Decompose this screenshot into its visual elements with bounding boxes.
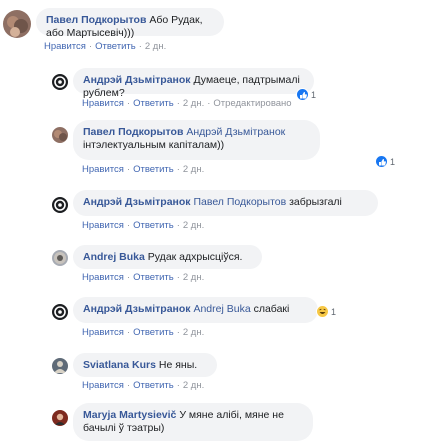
comment-actions: Нравится · Ответить · 2 дн.: [82, 220, 205, 231]
avatar-photo-icon: [54, 130, 67, 141]
comment-bubble: Sviatlana Kurs Не яны.: [73, 353, 217, 377]
reaction-count: 1: [390, 156, 396, 167]
comment-author[interactable]: Sviatlana Kurs: [83, 359, 156, 371]
mention-link[interactable]: Andrej Buka: [193, 303, 250, 315]
comment-bubble: Павел Подкорытов Андрэй Дзьмітранок інтэ…: [73, 120, 320, 160]
comment-actions: Нравится · Ответить · 2 дн.: [82, 327, 205, 338]
avatar-logo-icon: [54, 76, 66, 88]
comment-actions: Нравится · Ответить · 2 дн.: [44, 41, 167, 52]
avatar-photo-icon: [55, 413, 65, 425]
comment-author[interactable]: Андрэй Дзьмітранок: [83, 196, 191, 208]
avatar[interactable]: [52, 304, 68, 320]
avatar-logo-icon: [54, 306, 66, 318]
comment-author[interactable]: Павел Подкорытов: [83, 126, 183, 138]
avatar[interactable]: [52, 127, 68, 143]
like-link[interactable]: Нравится: [82, 380, 124, 391]
comment-author[interactable]: Павел Подкорытов: [46, 14, 146, 26]
comment-actions: Нравится · Ответить · 2 дн. · Отредактировано: [82, 98, 292, 109]
reaction-badge[interactable]: 1: [375, 155, 395, 168]
like-icon: [296, 88, 309, 101]
reply-link[interactable]: Ответить: [133, 272, 174, 283]
avatar-logo-icon: [54, 199, 66, 211]
comment-reply: Андрэй Дзьмітранок Думаеце, падтрымалі р…: [0, 60, 425, 115]
avatar-photo-icon: [54, 361, 66, 373]
timestamp[interactable]: 2 дн.: [183, 380, 204, 391]
timestamp[interactable]: 2 дн.: [183, 98, 204, 109]
comment-text: забрызгалі: [289, 196, 342, 208]
avatar[interactable]: [52, 250, 68, 266]
like-link[interactable]: Нравится: [82, 98, 124, 109]
reply-link[interactable]: Ответить: [133, 327, 174, 338]
avatar[interactable]: [52, 74, 68, 90]
comment-reply: Андрэй Дзьмітранок Павел Подкорытов забр…: [0, 185, 425, 240]
haha-icon: [316, 305, 329, 318]
comment-reply: Maryja Martysievič У мяне алібі, мяне не…: [0, 399, 425, 441]
like-link[interactable]: Нравится: [44, 41, 86, 52]
comment-actions: Нравится · Ответить · 2 дн.: [82, 380, 205, 391]
like-icon: [375, 155, 388, 168]
timestamp[interactable]: 2 дн.: [145, 41, 166, 52]
comment-actions: Нравится · Ответить · 2 дн.: [82, 272, 205, 283]
comment: Павел Подкорытов Або Рудак, або Мартысев…: [0, 0, 425, 60]
timestamp[interactable]: 2 дн.: [183, 220, 204, 231]
reaction-count: 1: [311, 89, 317, 100]
edited-label[interactable]: Отредактировано: [213, 98, 291, 109]
comment-author[interactable]: Maryja Martysievič: [83, 409, 176, 421]
timestamp[interactable]: 2 дн.: [183, 272, 204, 283]
reply-link[interactable]: Ответить: [133, 380, 174, 391]
timestamp[interactable]: 2 дн.: [183, 164, 204, 175]
mention-link[interactable]: Павел Подкорытов: [193, 196, 286, 208]
comment-bubble: Андрэй Дзьмітранок Думаеце, падтрымалі р…: [73, 68, 314, 99]
like-link[interactable]: Нравится: [82, 327, 124, 338]
reaction-badge[interactable]: 1: [296, 88, 316, 101]
timestamp[interactable]: 2 дн.: [183, 327, 204, 338]
comment-reply: Андрэй Дзьмітранок Andrej Buka слабакі 1…: [0, 292, 425, 347]
comment-text: Рудак адхрысціўся.: [147, 251, 243, 263]
avatar-photo-icon: [54, 252, 66, 264]
reply-link[interactable]: Ответить: [133, 164, 174, 175]
reaction-count: 1: [331, 306, 337, 317]
comment-author[interactable]: Andrej Buka: [83, 251, 145, 263]
comment-actions: Нравится · Ответить · 2 дн.: [82, 164, 205, 175]
like-link[interactable]: Нравится: [82, 220, 124, 231]
comment-reply: Павел Подкорытов Андрэй Дзьмітранок інтэ…: [0, 115, 425, 185]
comment-bubble: Андрэй Дзьмітранок Andrej Buka слабакі: [73, 297, 318, 323]
comment-bubble: Andrej Buka Рудак адхрысціўся.: [73, 245, 262, 269]
comment-text: Не яны.: [158, 359, 198, 371]
avatar[interactable]: [52, 410, 68, 426]
reply-link[interactable]: Ответить: [133, 98, 174, 109]
reaction-badge[interactable]: 1: [316, 305, 336, 318]
comment-text: інтэлектуальным капіталам)): [83, 139, 225, 151]
comment-bubble: Павел Подкорытов Або Рудак, або Мартысев…: [36, 8, 224, 39]
comment-reply: Sviatlana Kurs Не яны. Нравится · Ответить…: [0, 347, 425, 399]
avatar-photo-icon: [7, 16, 28, 37]
avatar[interactable]: [52, 358, 68, 374]
avatar[interactable]: [3, 10, 31, 38]
avatar[interactable]: [52, 197, 68, 213]
reply-link[interactable]: Ответить: [133, 220, 174, 231]
comment-bubble: Maryja Martysievič У мяне алібі, мяне не…: [73, 403, 313, 441]
comment-text: слабакі: [253, 303, 290, 315]
mention-link[interactable]: Андрэй Дзьмітранок: [186, 126, 285, 138]
comment-author[interactable]: Андрэй Дзьмітранок: [83, 74, 191, 86]
comment-author[interactable]: Андрэй Дзьмітранок: [83, 303, 191, 315]
comment-reply: Andrej Buka Рудак адхрысціўся. Нравится ·…: [0, 240, 425, 292]
reply-link[interactable]: Ответить: [95, 41, 136, 52]
like-link[interactable]: Нравится: [82, 272, 124, 283]
like-link[interactable]: Нравится: [82, 164, 124, 175]
comment-bubble: Андрэй Дзьмітранок Павел Подкорытов забр…: [73, 190, 378, 216]
